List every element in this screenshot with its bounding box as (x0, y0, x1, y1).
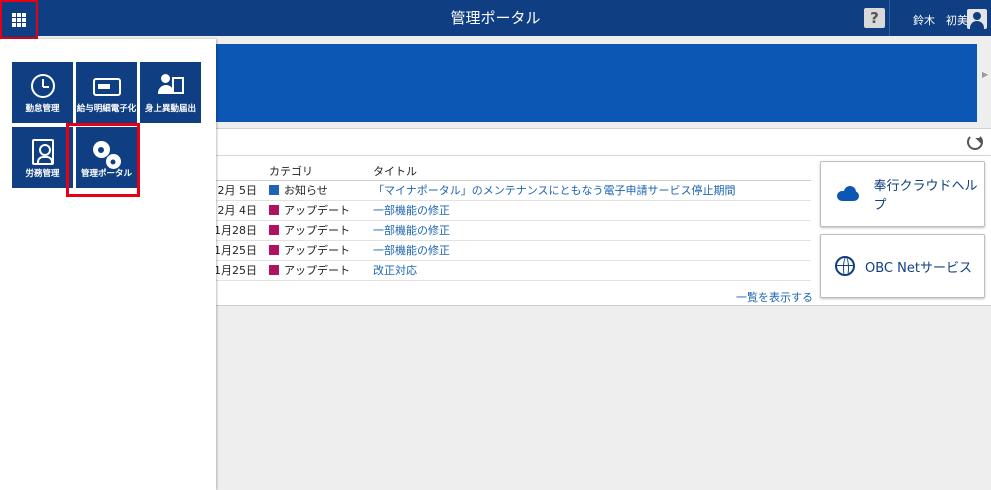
app-launcher-menu: 勤怠管理 給与明細電子化 身上異動届出 労務管理 管理ポータル (0, 39, 216, 490)
payslip-card-icon (92, 78, 121, 96)
tile-label: 勤怠管理 (25, 104, 60, 114)
tile-label: 給与明細電子化 (76, 104, 137, 114)
cloud-icon (835, 186, 860, 202)
tile-attendance[interactable]: 勤怠管理 (12, 62, 73, 123)
news-title-link[interactable]: 一部機能の修正 (373, 220, 811, 241)
header-divider (889, 0, 890, 36)
news-category: アップデート (284, 224, 350, 237)
app-launcher-button[interactable] (0, 0, 38, 39)
column-header-title: タイトル (373, 162, 811, 181)
news-title-link[interactable]: 一部機能の修正 (373, 240, 811, 261)
tile-label: 身上異動届出 (144, 104, 196, 114)
table-row[interactable]: 1月25日 アップデート 改正対応 (214, 260, 811, 281)
tile-personal-change[interactable]: 身上異動届出 (140, 62, 201, 123)
view-all-link[interactable]: 一覧を表示する (736, 289, 813, 305)
cloud-help-button[interactable]: 奉行クラウドヘルプ (820, 161, 985, 227)
tile-payslip[interactable]: 給与明細電子化 (76, 62, 137, 123)
top-bar: 管理ポータル ? 鈴木 初美 (0, 0, 991, 36)
refresh-icon[interactable] (967, 134, 983, 150)
grid-icon (12, 12, 26, 27)
news-title-link[interactable]: 「マイナポータル」のメンテナンスにともなう電子申請サービス停止期間 (373, 180, 811, 201)
news-category: お知らせ (284, 184, 328, 197)
news-header-divider (214, 155, 991, 156)
category-swatch (269, 265, 279, 275)
help-button[interactable]: ? (864, 8, 885, 28)
category-swatch (269, 205, 279, 215)
news-date: 1月25日 (214, 240, 267, 261)
news-date: 2月 4日 (214, 200, 267, 221)
category-swatch (269, 245, 279, 255)
user-avatar-icon[interactable] (967, 9, 987, 29)
news-category: アップデート (284, 244, 350, 257)
globe-icon (835, 256, 855, 276)
tile-label: 労務管理 (25, 169, 60, 179)
news-date: 2月 5日 (214, 180, 267, 201)
news-table: カテゴリ タイトル 2月 5日 お知らせ 「マイナポータル」のメンテナンスにとも… (214, 162, 811, 281)
news-category: アップデート (284, 264, 350, 277)
cloud-help-label: 奉行クラウドヘルプ (873, 179, 978, 213)
news-category: アップデート (284, 204, 350, 217)
category-swatch (269, 185, 279, 195)
news-title-link[interactable]: 一部機能の修正 (373, 200, 811, 221)
user-name[interactable]: 鈴木 初美 (913, 0, 968, 36)
table-row[interactable]: 2月 5日 お知らせ 「マイナポータル」のメンテナンスにともなう電子申請サービス… (214, 180, 811, 201)
table-row[interactable]: 1月25日 アップデート 一部機能の修正 (214, 240, 811, 261)
banner[interactable] (214, 44, 977, 122)
table-row[interactable]: 1月28日 アップデート 一部機能の修正 (214, 220, 811, 241)
news-date: 1月28日 (214, 220, 267, 241)
column-header-date (214, 162, 267, 181)
page-title: 管理ポータル (450, 9, 541, 27)
table-row[interactable]: 2月 4日 アップデート 一部機能の修正 (214, 200, 811, 221)
person-file-icon (31, 139, 54, 165)
clock-icon (30, 74, 55, 98)
selected-tile-highlight (66, 123, 140, 197)
news-date: 1月25日 (214, 260, 267, 281)
category-swatch (269, 225, 279, 235)
column-header-category: カテゴリ (267, 162, 373, 181)
news-title-link[interactable]: 改正対応 (373, 260, 811, 281)
banner-next-arrow-icon[interactable]: ▶ (982, 70, 988, 79)
obc-net-label: OBC Netサービス (865, 260, 972, 276)
tile-labor[interactable]: 労務管理 (12, 127, 73, 188)
person-document-icon (157, 74, 184, 96)
obc-net-button[interactable]: OBC Netサービス (820, 234, 985, 298)
news-table-header: カテゴリ タイトル (214, 162, 811, 181)
